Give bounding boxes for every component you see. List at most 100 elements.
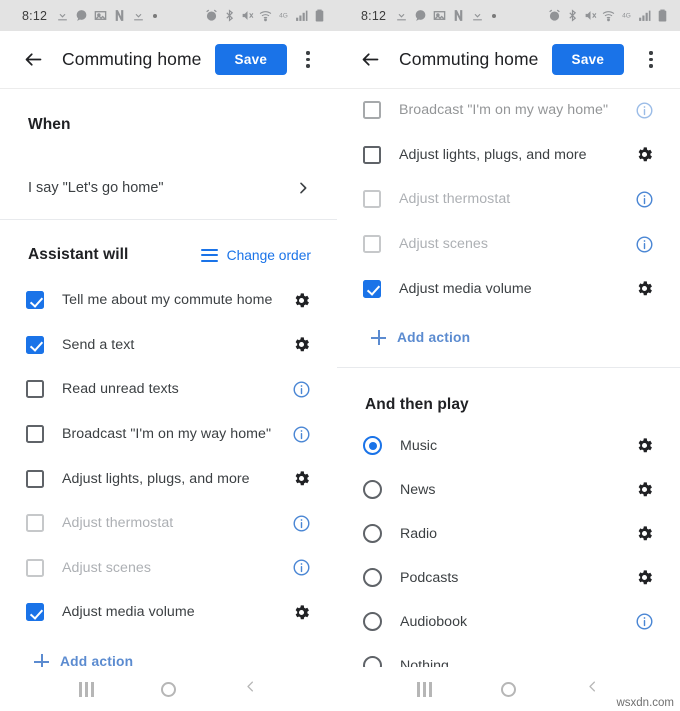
action-label: Adjust thermostat bbox=[399, 191, 511, 208]
battery-icon bbox=[656, 9, 669, 22]
gear-icon[interactable] bbox=[635, 524, 654, 543]
action-checkbox[interactable] bbox=[363, 101, 381, 120]
action-row[interactable]: Adjust media volume bbox=[337, 266, 680, 311]
action-row[interactable]: Broadcast "I'm on my way home" bbox=[0, 412, 337, 457]
info-icon[interactable] bbox=[635, 101, 654, 120]
back-chevron-icon[interactable] bbox=[585, 678, 600, 700]
gear-icon[interactable] bbox=[292, 335, 311, 354]
signal-bars-icon bbox=[638, 9, 651, 22]
add-action-label: Add action bbox=[397, 330, 471, 346]
play-option-label: Nothing bbox=[400, 657, 449, 667]
play-option-row[interactable]: Nothing bbox=[337, 644, 680, 667]
action-label: Broadcast "I'm on my way home" bbox=[62, 426, 272, 443]
when-trigger-row[interactable]: I say "Let's go home" bbox=[0, 157, 337, 219]
battery-icon bbox=[313, 9, 326, 22]
action-label: Send a text bbox=[62, 336, 135, 353]
action-row[interactable]: Broadcast "I'm on my way home" bbox=[337, 88, 680, 133]
gear-icon[interactable] bbox=[292, 603, 311, 622]
home-circle-icon[interactable] bbox=[500, 681, 516, 697]
change-order-label: Change order bbox=[226, 247, 311, 263]
status-bar: 8:12 4G bbox=[337, 0, 680, 31]
save-button[interactable]: Save bbox=[551, 43, 625, 76]
action-row[interactable]: Adjust scenes bbox=[337, 222, 680, 267]
play-option-radio[interactable] bbox=[363, 480, 382, 500]
action-checkbox[interactable] bbox=[363, 279, 381, 298]
arrow-left-icon bbox=[25, 53, 41, 66]
action-row[interactable]: Adjust lights, plugs, and more bbox=[0, 456, 337, 501]
play-option-row[interactable]: Audiobook bbox=[337, 600, 680, 644]
plus-icon bbox=[34, 654, 49, 667]
info-icon[interactable] bbox=[292, 558, 311, 577]
action-row[interactable]: Tell me about my commute home bbox=[0, 278, 337, 323]
back-button[interactable] bbox=[353, 43, 387, 77]
back-button[interactable] bbox=[16, 43, 50, 77]
recents-icon[interactable] bbox=[417, 681, 432, 697]
recents-icon[interactable] bbox=[79, 681, 94, 697]
action-checkbox[interactable] bbox=[26, 469, 44, 488]
play-option-row[interactable]: Radio bbox=[337, 512, 680, 556]
status-bar-right-icons: 4G bbox=[191, 9, 326, 22]
play-option-radio[interactable] bbox=[363, 568, 382, 588]
netflix-n-icon bbox=[452, 9, 465, 22]
right-scroll-body[interactable]: Broadcast "I'm on my way home" Adjust lig… bbox=[337, 88, 680, 667]
action-checkbox[interactable] bbox=[26, 514, 44, 533]
action-row[interactable]: Adjust scenes bbox=[0, 546, 337, 591]
add-action-button[interactable]: Add action bbox=[337, 311, 680, 353]
action-checkbox[interactable] bbox=[363, 190, 381, 209]
gear-icon[interactable] bbox=[635, 568, 654, 587]
assistant-section-header: Assistant will Change order bbox=[0, 220, 337, 264]
change-order-button[interactable]: Change order bbox=[200, 247, 311, 263]
action-checkbox[interactable] bbox=[26, 335, 44, 354]
play-option-row[interactable]: Podcasts bbox=[337, 556, 680, 600]
play-option-label: Radio bbox=[400, 525, 438, 542]
more-vertical-icon[interactable] bbox=[636, 43, 666, 77]
dual-screenshot-container: 8:12 4G Commuting home Save When I say "… bbox=[0, 0, 680, 711]
info-icon[interactable] bbox=[635, 190, 654, 209]
assistant-section-title: Assistant will bbox=[28, 246, 129, 263]
play-option-radio[interactable] bbox=[363, 436, 382, 456]
home-circle-icon[interactable] bbox=[160, 681, 176, 697]
play-option-radio[interactable] bbox=[363, 524, 382, 544]
action-row[interactable]: Adjust lights, plugs, and more bbox=[337, 133, 680, 178]
gear-icon[interactable] bbox=[292, 291, 311, 310]
info-icon[interactable] bbox=[292, 425, 311, 444]
action-row[interactable]: Adjust thermostat bbox=[0, 501, 337, 546]
status-bar-left-icons bbox=[395, 9, 532, 22]
gear-icon[interactable] bbox=[635, 480, 654, 499]
action-checkbox[interactable] bbox=[363, 145, 381, 164]
left-phone-screen: 8:12 4G Commuting home Save When I say "… bbox=[0, 0, 337, 711]
left-scroll-body[interactable]: When I say "Let's go home" Assistant wil… bbox=[0, 88, 337, 667]
chevron-right-icon bbox=[295, 180, 311, 196]
more-vertical-icon[interactable] bbox=[293, 43, 323, 77]
action-checkbox[interactable] bbox=[26, 425, 44, 444]
action-row[interactable]: Adjust thermostat bbox=[337, 177, 680, 222]
action-row[interactable]: Adjust media volume bbox=[0, 590, 337, 635]
action-checkbox[interactable] bbox=[26, 291, 44, 310]
gear-icon[interactable] bbox=[635, 279, 654, 298]
info-icon[interactable] bbox=[635, 235, 654, 254]
action-checkbox[interactable] bbox=[26, 558, 44, 577]
back-chevron-icon[interactable] bbox=[243, 678, 258, 700]
gear-icon[interactable] bbox=[635, 145, 654, 164]
play-option-row[interactable]: News bbox=[337, 468, 680, 512]
assistant-action-list: Broadcast "I'm on my way home" Adjust lig… bbox=[337, 88, 680, 311]
add-action-button[interactable]: Add action bbox=[0, 635, 337, 667]
action-row[interactable]: Send a text bbox=[0, 323, 337, 368]
play-option-row[interactable]: Music bbox=[337, 424, 680, 468]
action-row[interactable]: Read unread texts bbox=[0, 367, 337, 412]
info-icon[interactable] bbox=[292, 514, 311, 533]
action-checkbox[interactable] bbox=[26, 380, 44, 399]
play-option-radio[interactable] bbox=[363, 656, 382, 667]
status-bar-clock: 8:12 bbox=[22, 8, 48, 23]
action-checkbox[interactable] bbox=[363, 235, 381, 254]
gear-icon[interactable] bbox=[635, 436, 654, 455]
action-label: Adjust scenes bbox=[62, 559, 151, 576]
action-checkbox[interactable] bbox=[26, 603, 44, 622]
save-button[interactable]: Save bbox=[214, 43, 288, 76]
info-icon[interactable] bbox=[635, 612, 654, 631]
gear-icon[interactable] bbox=[292, 469, 311, 488]
message-bubble-icon bbox=[75, 9, 88, 22]
info-icon[interactable] bbox=[292, 380, 311, 399]
status-bar-clock: 8:12 bbox=[361, 8, 387, 23]
play-option-radio[interactable] bbox=[363, 612, 382, 632]
